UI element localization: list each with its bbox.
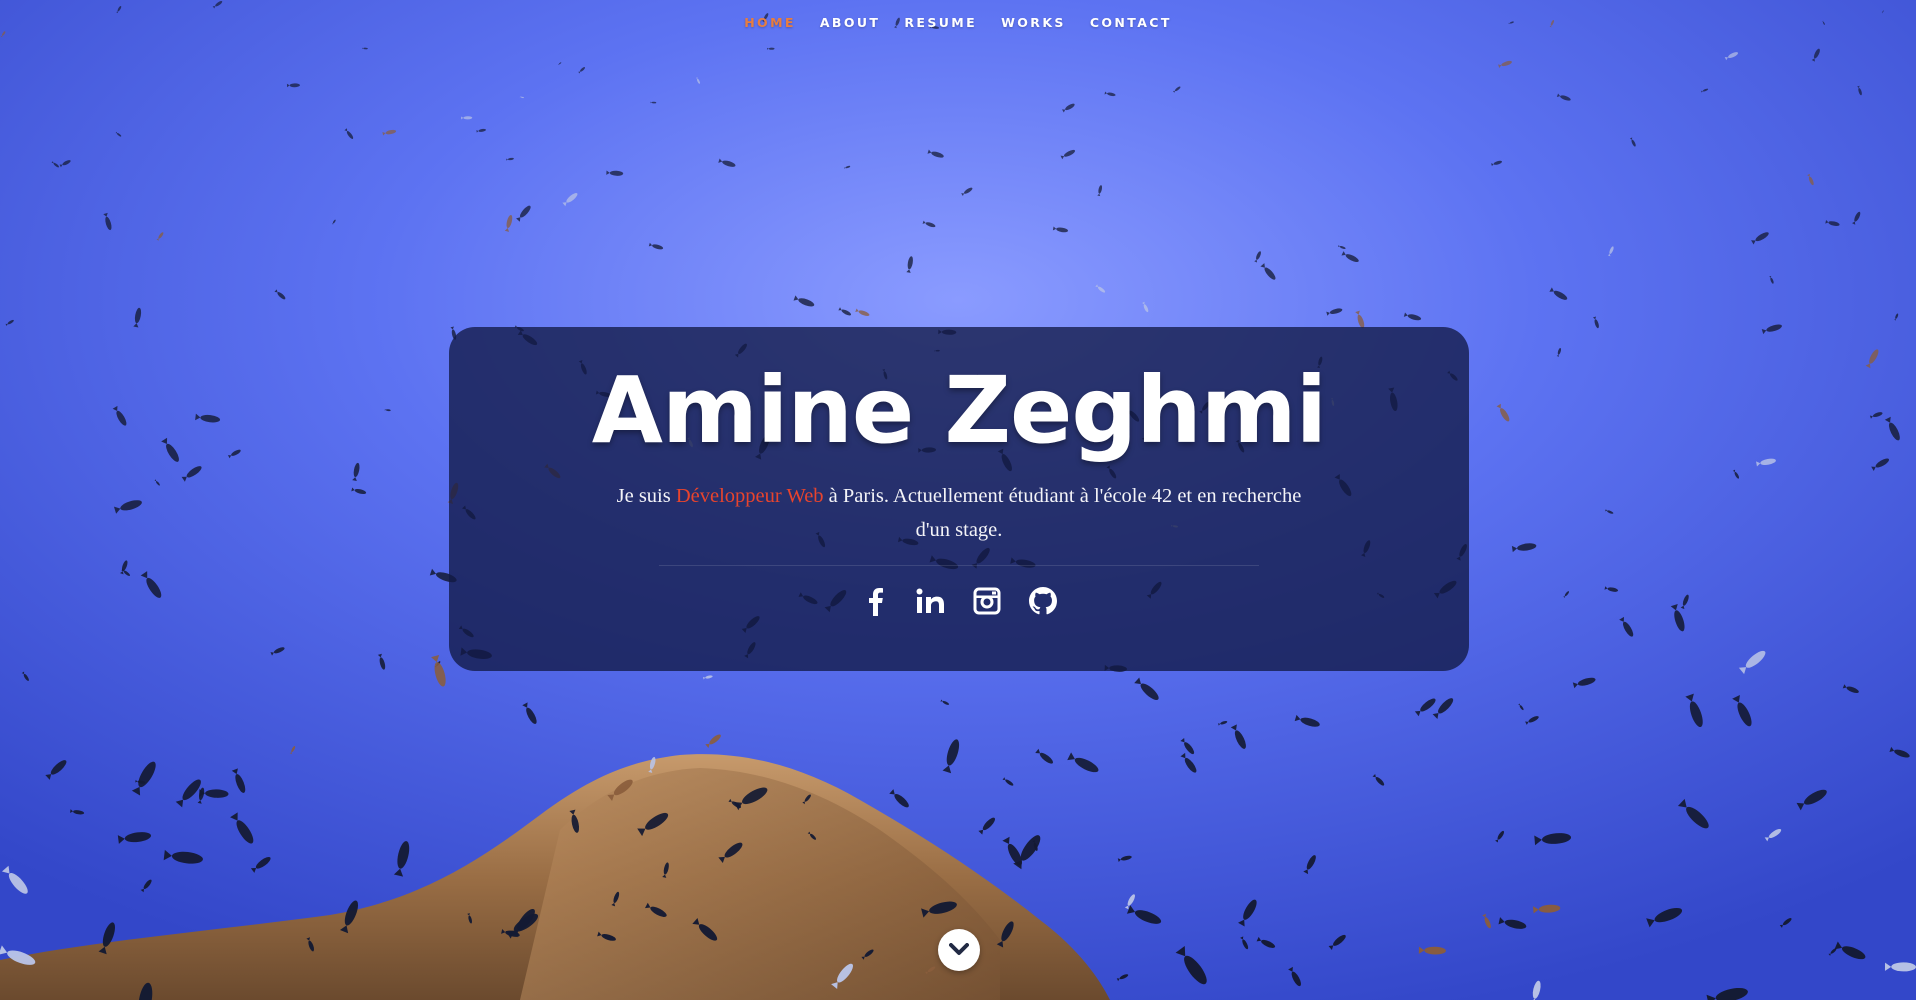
facebook-link[interactable] — [858, 584, 892, 618]
hero-card: Amine Zeghmi Je suis Développeur Web à P… — [449, 327, 1469, 671]
top-navigation: Home About Resume Works Contact — [0, 0, 1916, 46]
nav-link-about[interactable]: About — [808, 0, 893, 46]
instagram-icon — [973, 587, 1001, 615]
scroll-down-button[interactable] — [938, 929, 980, 971]
linkedin-icon — [916, 588, 944, 613]
hero-description: Je suis Développeur Web à Paris. Actuell… — [609, 479, 1309, 547]
hero-divider — [659, 565, 1259, 566]
hero-text-suffix: à Paris. Actuellement étudiant à l'école… — [823, 485, 1302, 541]
github-link[interactable] — [1026, 584, 1060, 618]
linkedin-link[interactable] — [914, 584, 948, 618]
hero-text-prefix: Je suis — [616, 485, 676, 507]
nav-link-resume[interactable]: Resume — [892, 0, 989, 46]
github-icon — [1029, 587, 1057, 615]
facebook-icon — [869, 588, 883, 616]
nav-link-contact[interactable]: Contact — [1078, 0, 1184, 46]
social-links — [449, 584, 1469, 618]
instagram-link[interactable] — [970, 584, 1004, 618]
chevron-down-icon — [949, 943, 969, 955]
nav-link-works[interactable]: Works — [989, 0, 1078, 46]
hero-title: Amine Zeghmi — [591, 357, 1327, 464]
nav-link-home[interactable]: Home — [732, 0, 808, 46]
hero-text-accent: Développeur Web — [675, 485, 824, 507]
